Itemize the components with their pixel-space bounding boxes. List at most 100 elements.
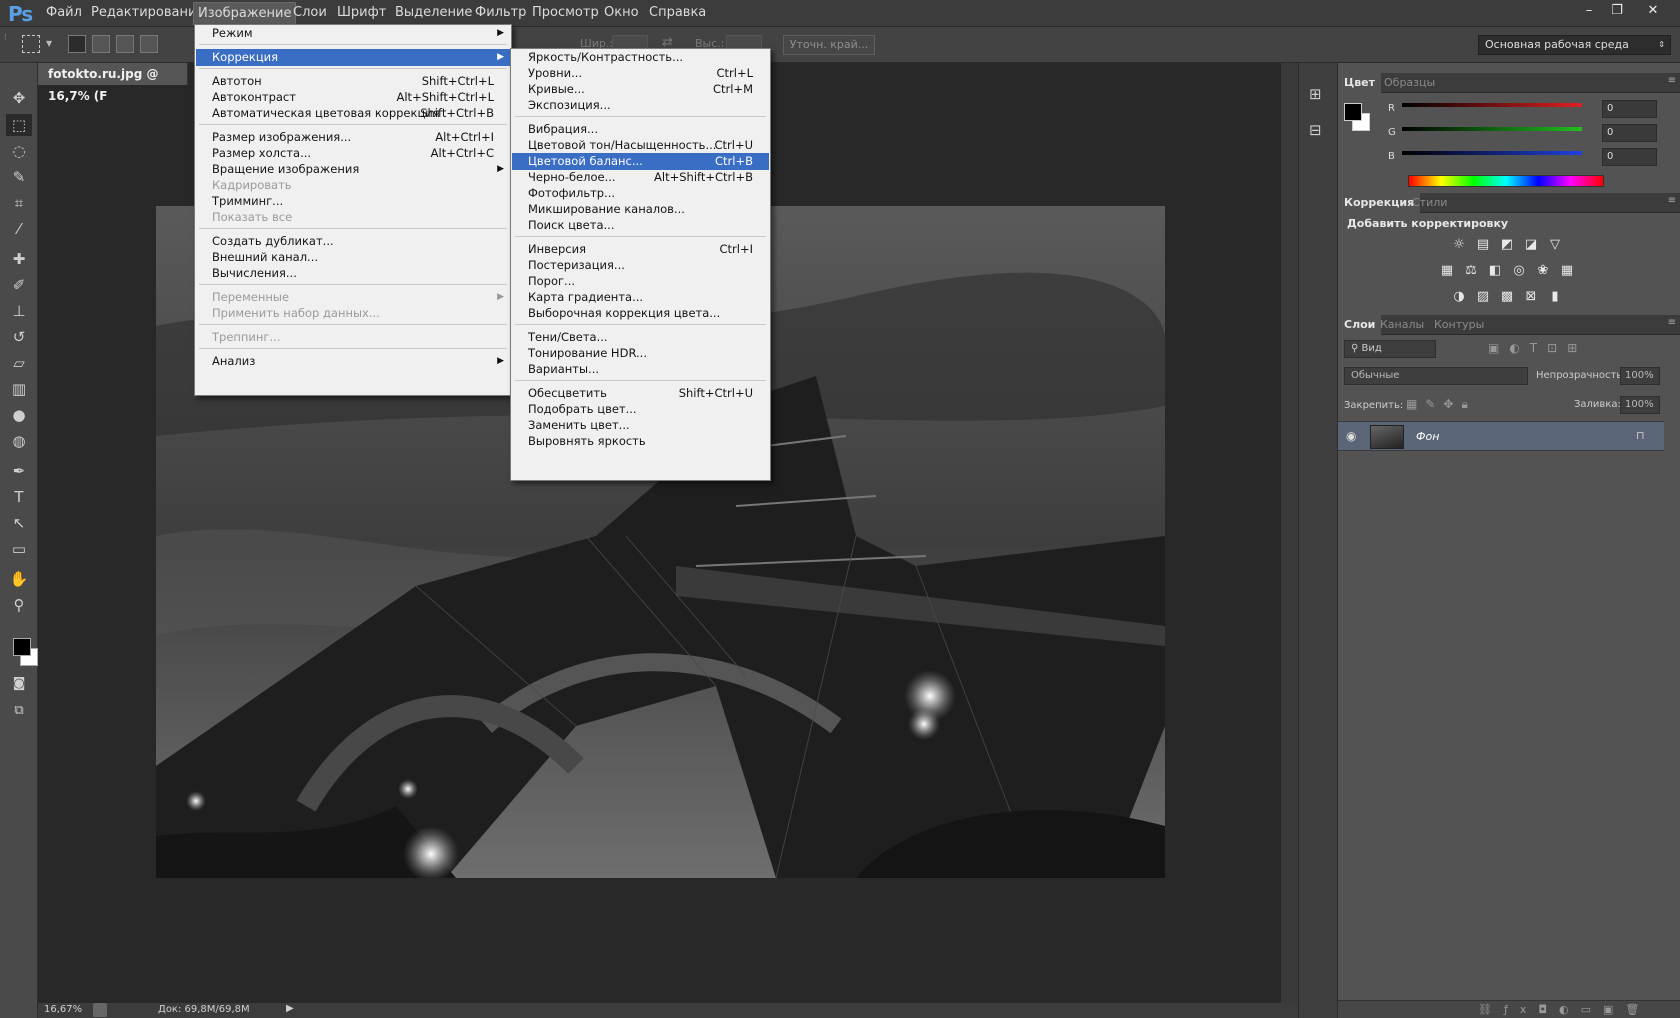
layer-filter-select[interactable]: ⚲ Вид [1344,340,1436,358]
menu-item[interactable]: Режим ▶ [196,25,510,42]
selective-color-icon[interactable]: ⊠ [1522,289,1540,305]
curves-icon[interactable]: ◩ [1498,237,1516,253]
history-icon[interactable]: ⊞ [1309,85,1322,103]
black-white-icon[interactable]: ◧ [1486,263,1504,279]
tab-color[interactable]: Цвет [1338,73,1382,93]
menu-item[interactable]: Цветовой тон/Насыщенность... Ctrl+U [512,137,769,154]
menu-item[interactable]: Фотофильтр... [512,185,769,202]
menu-item[interactable]: Цветовой баланс... Ctrl+B [512,153,769,170]
menu-edit[interactable]: Редактирование [91,5,204,20]
tab-swatches[interactable]: Образцы [1378,73,1441,93]
menu-window[interactable]: Окно [604,5,639,20]
quick-mask-icon[interactable]: ◙ [6,673,32,695]
eyedropper-tool-icon[interactable]: ⁄ [6,218,32,240]
gradient-map-icon[interactable]: ▮ [1546,289,1564,305]
status-icon[interactable] [93,1003,107,1017]
menu-item[interactable]: Вращение изображения ▶ [196,161,510,178]
document-tab[interactable]: fotokto.ru.jpg @ 16,7% (F [38,63,188,103]
menu-item[interactable]: Варианты... [512,361,769,378]
menu-item[interactable]: Внешний канал... [196,249,510,266]
chevron-down-icon[interactable]: ▼ [46,39,52,48]
color-spectrum-bar[interactable] [1408,175,1604,187]
posterize-icon[interactable]: ▨ [1474,289,1492,305]
eraser-tool-icon[interactable]: ▱ [6,352,32,374]
refine-edge-button[interactable]: Уточн. край... [783,35,875,55]
panel-menu-icon[interactable]: ≡ [1668,75,1676,86]
lasso-tool-icon[interactable]: ◌ [6,140,32,162]
tab-channels[interactable]: Каналы [1374,315,1430,335]
menu-item[interactable]: Кривые... Ctrl+M [512,81,769,98]
healing-tool-icon[interactable]: ✚ [6,248,32,270]
menu-item[interactable]: Черно-белое... Alt+Shift+Ctrl+B [512,169,769,186]
menu-select[interactable]: Выделение [395,5,472,20]
menu-item[interactable]: Поиск цвета... [512,217,769,234]
menu-item[interactable]: Коррекция ▶ [196,49,510,66]
close-button[interactable]: ✕ [1638,2,1668,20]
menu-filter[interactable]: Фильтр [475,5,526,20]
vibrance-icon[interactable]: ▽ [1546,237,1564,253]
stamp-tool-icon[interactable]: ⊥ [6,300,32,322]
menu-file[interactable]: Файл [46,5,82,20]
tab-styles[interactable]: Стили [1406,193,1453,213]
intersect-selection-icon[interactable] [140,35,158,53]
path-select-tool-icon[interactable]: ↖ [6,512,32,534]
menu-item[interactable]: Заменить цвет... [512,417,769,434]
gradient-tool-icon[interactable]: ▥ [6,378,32,400]
menu-item[interactable]: Подобрать цвет... [512,401,769,418]
channel-r-value[interactable]: 0 [1602,100,1657,118]
workspace-select[interactable]: Основная рабочая среда ⇕ [1478,35,1671,55]
menu-item[interactable]: Обесцветить Shift+Ctrl+U [512,385,769,402]
invert-icon[interactable]: ◑ [1450,289,1468,305]
channel-b-value[interactable]: 0 [1602,148,1657,166]
menu-item[interactable]: Вычисления... [196,265,510,282]
brightness-icon[interactable]: ☼ [1450,237,1468,253]
dodge-tool-icon[interactable]: ◍ [6,430,32,452]
brush-tool-icon[interactable]: ✐ [6,274,32,296]
menu-view[interactable]: Просмотр [532,5,599,20]
quick-select-tool-icon[interactable]: ✎ [6,166,32,188]
zoom-tool-icon[interactable]: ⚲ [6,594,32,616]
minimize-button[interactable]: – [1574,2,1604,20]
menu-item[interactable]: Размер изображения... Alt+Ctrl+I [196,129,510,146]
photo-filter-icon[interactable]: ◎ [1510,263,1528,279]
menu-item[interactable]: Порог... [512,273,769,290]
marquee-tool-icon[interactable]: ⬚ [6,114,32,136]
eye-icon[interactable]: ◉ [1346,429,1356,443]
foreground-color-swatch[interactable] [13,638,31,656]
menu-image[interactable]: Изображение [192,2,297,25]
menu-item[interactable]: Уровни... Ctrl+L [512,65,769,82]
blend-mode-select[interactable]: Обычные [1344,367,1528,385]
new-selection-icon[interactable] [68,35,86,53]
menu-item[interactable]: Размер холста... Alt+Ctrl+C [196,145,510,162]
fg-color-swatch[interactable] [1344,103,1362,121]
vertical-scrollbar[interactable] [1281,63,1298,1003]
menu-item[interactable]: Микширование каналов... [512,201,769,218]
menu-type[interactable]: Шрифт [337,5,386,20]
layer-action-icons[interactable]: ⛓ƒx◘◐▭▣🗑︎ [1478,1003,1651,1016]
pen-tool-icon[interactable]: ✒ [6,460,32,482]
channel-g-slider[interactable] [1402,127,1582,131]
crop-tool-icon[interactable]: ⌗ [6,192,32,214]
lock-icons[interactable]: ▦✎✥🔒︎ [1406,397,1476,412]
menu-item[interactable]: Автоконтраст Alt+Shift+Ctrl+L [196,89,510,106]
menu-item[interactable]: Тонирование HDR... [512,345,769,362]
history-brush-tool-icon[interactable]: ↺ [6,326,32,348]
levels-icon[interactable]: ▤ [1474,237,1492,253]
type-tool-icon[interactable]: T [6,486,32,508]
status-arrow-icon[interactable]: ▶ [286,1003,294,1014]
restore-button[interactable]: ❐ [1602,2,1632,20]
menu-item[interactable]: Выборочная коррекция цвета... [512,305,769,322]
channel-r-slider[interactable] [1402,103,1582,107]
marquee-preset-icon[interactable] [22,35,40,53]
menu-item[interactable]: Автотон Shift+Ctrl+L [196,73,510,90]
panel-menu-icon[interactable]: ≡ [1668,195,1676,206]
menu-item[interactable]: Тримминг... [196,193,510,210]
menu-item[interactable]: Анализ ▶ [196,353,510,370]
channel-b-slider[interactable] [1402,151,1582,155]
zoom-level[interactable]: 16,67% [44,1004,82,1015]
menu-item[interactable]: Яркость/Контрастность... [512,49,769,66]
menu-item[interactable]: Тени/Света... [512,329,769,346]
tab-paths[interactable]: Контуры [1428,315,1490,335]
properties-icon[interactable]: ⊟ [1309,121,1322,139]
menu-item[interactable]: Автоматическая цветовая коррекция Shift+C… [196,105,510,122]
